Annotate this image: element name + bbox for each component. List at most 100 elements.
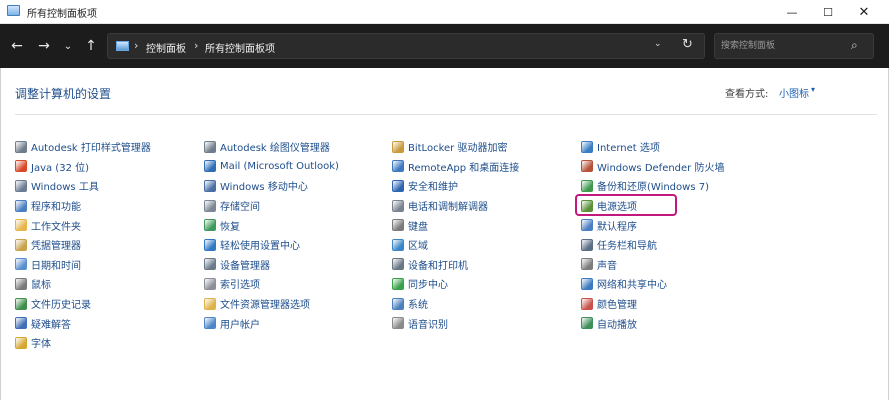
control-panel-item[interactable]: 键盘 [392,215,519,235]
control-panel-item[interactable]: Windows 移动中心 [204,176,339,196]
control-panel-item-label: 系统 [408,300,428,312]
control-panel-item-label: 任务栏和导航 [597,241,657,253]
address-bar[interactable]: › 控制面板 › 所有控制面板项 ⌄ ↻ [107,33,705,59]
control-panel-item-label: Java (32 位) [31,162,90,174]
windows-tools-icon [15,179,27,192]
control-panel-item[interactable]: Java (32 位) [15,157,151,177]
control-panel-item-label: Windows 移动中心 [220,182,308,194]
control-panel-item[interactable]: 语音识别 [392,313,519,333]
control-panel-item[interactable]: 默认程序 [581,215,724,235]
file-history-icon [15,297,27,310]
mouse-icon [15,277,27,290]
control-panel-item-label: 文件历史记录 [31,300,91,312]
control-panel-item-label: 电话和调制解调器 [408,202,488,214]
control-panel-item-label: 文件资源管理器选项 [220,300,310,312]
control-panel-item[interactable]: 凭据管理器 [15,235,151,255]
control-panel-item[interactable]: 恢复 [204,215,339,235]
control-panel-item[interactable]: 自动播放 [581,313,724,333]
control-panel-item-label: Windows Defender 防火墙 [597,162,725,174]
control-panel-item[interactable]: 安全和维护 [392,176,519,196]
control-panel-item[interactable]: 疑难解答 [15,313,151,333]
control-panel-item[interactable]: 程序和功能 [15,196,151,216]
printer-icon [15,140,27,153]
forward-button[interactable]: → [34,36,54,56]
breadcrumb-all-items[interactable]: 所有控制面板项 [205,40,275,55]
close-button[interactable]: ✕ [847,0,881,24]
control-panel-item[interactable]: 区域 [392,235,519,255]
flag-icon [392,179,404,192]
control-panel-item[interactable]: 鼠标 [15,274,151,294]
control-panel-item[interactable]: RemoteApp 和桌面连接 [392,157,519,177]
control-panel-icon [7,5,20,16]
control-panel-item[interactable]: 网络和共享中心 [581,274,724,294]
control-panel-item[interactable]: 文件资源管理器选项 [204,294,339,314]
control-panel-item[interactable]: 轻松使用设置中心 [204,235,339,255]
refresh-icon[interactable]: ↻ [682,37,693,52]
control-panel-item[interactable]: 任务栏和导航 [581,235,724,255]
control-panel-item-label: 网络和共享中心 [597,280,667,292]
microphone-icon [392,317,404,330]
control-panel-item[interactable]: 电话和调制解调器 [392,196,519,216]
control-panel-item[interactable]: 索引选项 [204,274,339,294]
maximize-button[interactable]: ☐ [811,0,845,24]
search-box[interactable]: ⌕ [714,33,874,59]
chevron-down-icon[interactable]: ▾ [811,85,815,94]
address-dropdown-icon[interactable]: ⌄ [654,39,662,49]
window-title: 所有控制面板项 [27,9,97,20]
control-panel-item[interactable]: 声音 [581,255,724,275]
items-column-2: Autodesk 绘图仪管理器 Mail (Microsoft Outlook) W… [204,137,339,333]
title-bar: 所有控制面板项 — ☐ ✕ [0,0,889,24]
java-icon [15,160,27,173]
items-column-4: Internet 选项 Windows Defender 防火墙备份和还原(Win… [581,137,724,333]
control-panel-item[interactable]: 设备和打印机 [392,255,519,275]
control-panel-item[interactable]: Windows 工具 [15,176,151,196]
control-panel-item-label: 字体 [31,339,51,351]
indexing-icon [204,277,216,290]
control-panel-item-label: Autodesk 打印样式管理器 [31,143,151,155]
recent-locations-button[interactable]: ⌄ [58,36,78,56]
control-panel-item-label: BitLocker 驱动器加密 [408,143,508,155]
credential-icon [15,238,27,251]
control-panel-item-label: 工作文件夹 [31,221,81,233]
control-panel-item[interactable]: Mail (Microsoft Outlook) [204,157,339,177]
control-panel-item-label: 电源选项 [597,202,637,214]
control-panel-item-label: 鼠标 [31,280,51,292]
control-panel-item[interactable]: 设备管理器 [204,255,339,275]
control-panel-item-label: 声音 [597,260,617,272]
minimize-button[interactable]: — [775,0,809,24]
network-icon [581,277,593,290]
view-by-dropdown[interactable]: 小图标 [779,85,809,100]
control-panel-item[interactable]: 颜色管理 [581,294,724,314]
control-panel-item[interactable]: 日期和时间 [15,255,151,275]
ease-of-access-icon [204,238,216,251]
control-panel-item[interactable]: 电源选项 [581,196,724,216]
breadcrumb-separator-icon[interactable]: › [194,39,198,52]
troubleshoot-icon [15,317,27,330]
search-input[interactable] [721,39,841,53]
control-panel-item[interactable]: 文件历史记录 [15,294,151,314]
control-panel-item[interactable]: 同步中心 [392,274,519,294]
control-panel-item-label: RemoteApp 和桌面连接 [408,162,520,174]
control-panel-item[interactable]: 存储空间 [204,196,339,216]
back-button[interactable]: ← [7,36,27,56]
control-panel-item[interactable]: 备份和还原(Windows 7) [581,176,724,196]
up-button[interactable]: ↑ [81,36,101,56]
device-manager-icon [204,258,216,271]
control-panel-icon [116,41,129,51]
mobility-icon [204,179,216,192]
control-panel-item-label: 区域 [408,241,428,253]
control-panel-item[interactable]: 系统 [392,294,519,314]
control-panel-item[interactable]: Windows Defender 防火墙 [581,157,724,177]
control-panel-item[interactable]: 工作文件夹 [15,215,151,235]
control-panel-item[interactable]: Autodesk 绘图仪管理器 [204,137,339,157]
breadcrumb-control-panel[interactable]: 控制面板 [146,40,186,55]
control-panel-item[interactable]: Internet 选项 [581,137,724,157]
control-panel-item[interactable]: BitLocker 驱动器加密 [392,137,519,157]
control-panel-item[interactable]: 字体 [15,333,151,353]
control-panel-item-label: 安全和维护 [408,182,458,194]
control-panel-item[interactable]: Autodesk 打印样式管理器 [15,137,151,157]
default-programs-icon [581,219,593,232]
control-panel-item[interactable]: 用户帐户 [204,313,339,333]
breadcrumb-separator-icon[interactable]: › [134,39,138,52]
search-icon[interactable]: ⌕ [851,38,858,53]
